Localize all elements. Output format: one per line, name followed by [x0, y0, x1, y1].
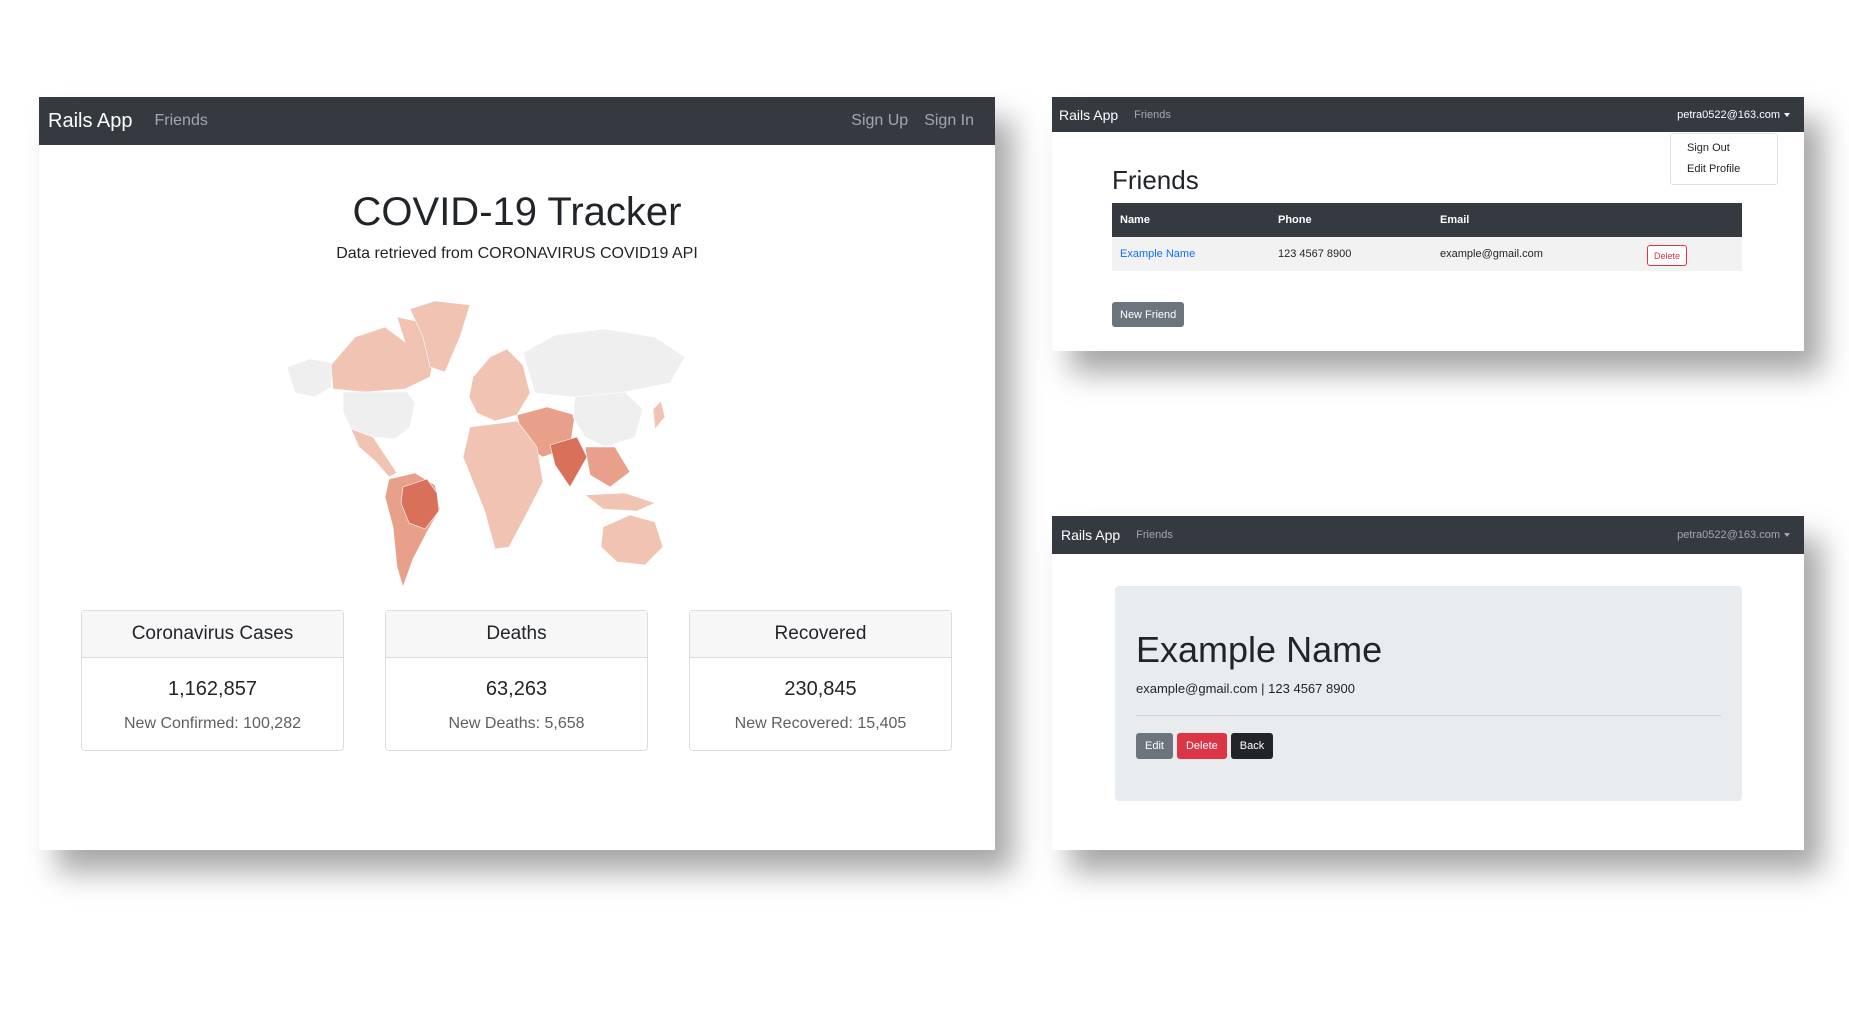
map-region-se-asia	[584, 446, 631, 488]
divider	[1136, 715, 1721, 716]
brand-link[interactable]: Rails App	[1061, 527, 1120, 543]
action-buttons: Edit Delete Back	[1136, 733, 1274, 759]
friend-detail-window: Rails App Friends petra0522@163.com Exam…	[1052, 516, 1804, 850]
delete-button[interactable]: Delete	[1647, 245, 1688, 266]
map-region-alaska	[286, 358, 334, 398]
page-title: Friends	[1112, 165, 1199, 195]
map-region-russia	[522, 328, 686, 398]
card-value: 1,162,857	[168, 678, 257, 700]
user-dropdown: Sign Out Edit Profile	[1670, 133, 1778, 185]
friend-name-link[interactable]: Example Name	[1120, 237, 1195, 271]
tracker-window: Rails App Friends Sign Up Sign In COVID-…	[39, 97, 995, 850]
card-value: 230,845	[784, 678, 857, 700]
friends-window: Rails App Friends petra0522@163.com Sign…	[1052, 97, 1804, 351]
card-header: Deaths	[386, 611, 647, 658]
map-region-china	[572, 391, 644, 448]
cases-card: Coronavirus Cases 1,162,857 New Confirme…	[81, 610, 344, 751]
map-region-india	[549, 436, 588, 488]
card-subtext: New Confirmed: 100,282	[124, 715, 301, 732]
card-value: 63,263	[485, 678, 548, 700]
card-header: Coronavirus Cases	[82, 611, 343, 658]
caret-down-icon	[1784, 112, 1790, 117]
nav-link-friends[interactable]: Friends	[1136, 529, 1173, 541]
table-row: Example Name 123 4567 8900 example@gmail…	[1112, 237, 1742, 271]
friend-name: Example Name	[1136, 629, 1383, 670]
delete-button[interactable]: Delete	[1176, 733, 1227, 759]
column-header-name: Name	[1120, 214, 1150, 226]
sign-in-link[interactable]: Sign In	[924, 112, 974, 130]
page-subtitle: Data retrieved from CORONAVIRUS COVID19 …	[336, 245, 698, 262]
map-region-indonesia	[584, 492, 656, 512]
friend-jumbotron: Example Name example@gmail.com | 123 456…	[1115, 586, 1742, 801]
table-header: Name Phone Email	[1112, 203, 1742, 237]
user-menu-toggle[interactable]: petra0522@163.com	[1677, 516, 1790, 554]
user-menu-toggle[interactable]: petra0522@163.com	[1677, 97, 1790, 132]
brand-link[interactable]: Rails App	[1059, 107, 1118, 123]
deaths-card: Deaths 63,263 New Deaths: 5,658	[385, 610, 648, 751]
navbar: Rails App Friends Sign Up Sign In	[39, 97, 995, 145]
navbar: Rails App Friends petra0522@163.com	[1052, 97, 1804, 132]
friend-contact-info: example@gmail.com | 123 4567 8900	[1136, 681, 1355, 696]
dropdown-item-edit-profile[interactable]: Edit Profile	[1687, 163, 1740, 175]
new-friend-button[interactable]: New Friend	[1112, 302, 1185, 327]
friend-phone: 123 4567 8900	[1278, 248, 1352, 260]
card-subtext: New Recovered: 15,405	[734, 715, 907, 732]
map-region-africa	[462, 420, 544, 550]
edit-button[interactable]: Edit	[1136, 733, 1173, 759]
navbar: Rails App Friends petra0522@163.com	[1052, 516, 1804, 554]
friend-email: example@gmail.com	[1440, 248, 1543, 260]
nav-link-friends[interactable]: Friends	[155, 112, 208, 130]
user-email: petra0522@163.com	[1677, 529, 1780, 541]
map-region-australia	[600, 514, 664, 566]
card-subtext: New Deaths: 5,658	[448, 715, 585, 732]
back-button[interactable]: Back	[1230, 733, 1274, 759]
user-email: petra0522@163.com	[1677, 108, 1780, 121]
world-map	[286, 300, 686, 588]
column-header-email: Email	[1440, 214, 1470, 226]
nav-link-friends[interactable]: Friends	[1134, 109, 1171, 121]
brand-link[interactable]: Rails App	[48, 110, 133, 133]
sign-up-link[interactable]: Sign Up	[851, 112, 908, 130]
column-header-phone: Phone	[1278, 214, 1312, 226]
navbar-right: Sign Up Sign In	[851, 97, 974, 145]
dropdown-item-sign-out[interactable]: Sign Out	[1687, 142, 1730, 154]
card-header: Recovered	[690, 611, 951, 658]
recovered-card: Recovered 230,845 New Recovered: 15,405	[689, 610, 952, 751]
caret-down-icon	[1784, 533, 1790, 537]
map-region-japan	[652, 400, 666, 430]
page-title: COVID-19 Tracker	[352, 190, 682, 234]
map-region-europe	[468, 348, 531, 422]
